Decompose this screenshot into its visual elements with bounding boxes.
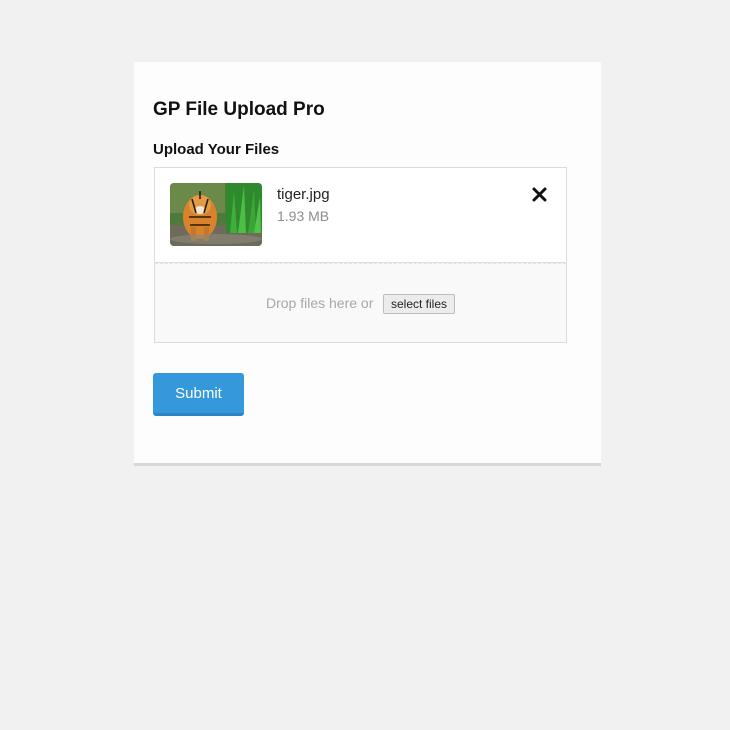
file-uploader: tiger.jpg 1.93 MB Drop files here or sel… <box>154 167 567 343</box>
file-size: 1.93 MB <box>277 208 330 224</box>
file-thumbnail <box>170 183 262 246</box>
drop-zone[interactable]: Drop files here or select files <box>155 263 566 342</box>
remove-file-button[interactable] <box>529 184 551 206</box>
drop-zone-text: Drop files here or <box>266 295 374 311</box>
tiger-photo <box>170 183 262 246</box>
uploaded-file-item: tiger.jpg 1.93 MB <box>155 168 566 263</box>
form-card: GP File Upload Pro Upload Your Files tig… <box>134 62 601 466</box>
file-name: tiger.jpg <box>277 186 330 203</box>
upload-field-label: Upload Your Files <box>153 141 280 158</box>
submit-button[interactable]: Submit <box>153 373 244 416</box>
form-title: GP File Upload Pro <box>153 99 325 120</box>
close-icon <box>532 187 547 202</box>
select-files-button[interactable]: select files <box>383 294 456 314</box>
